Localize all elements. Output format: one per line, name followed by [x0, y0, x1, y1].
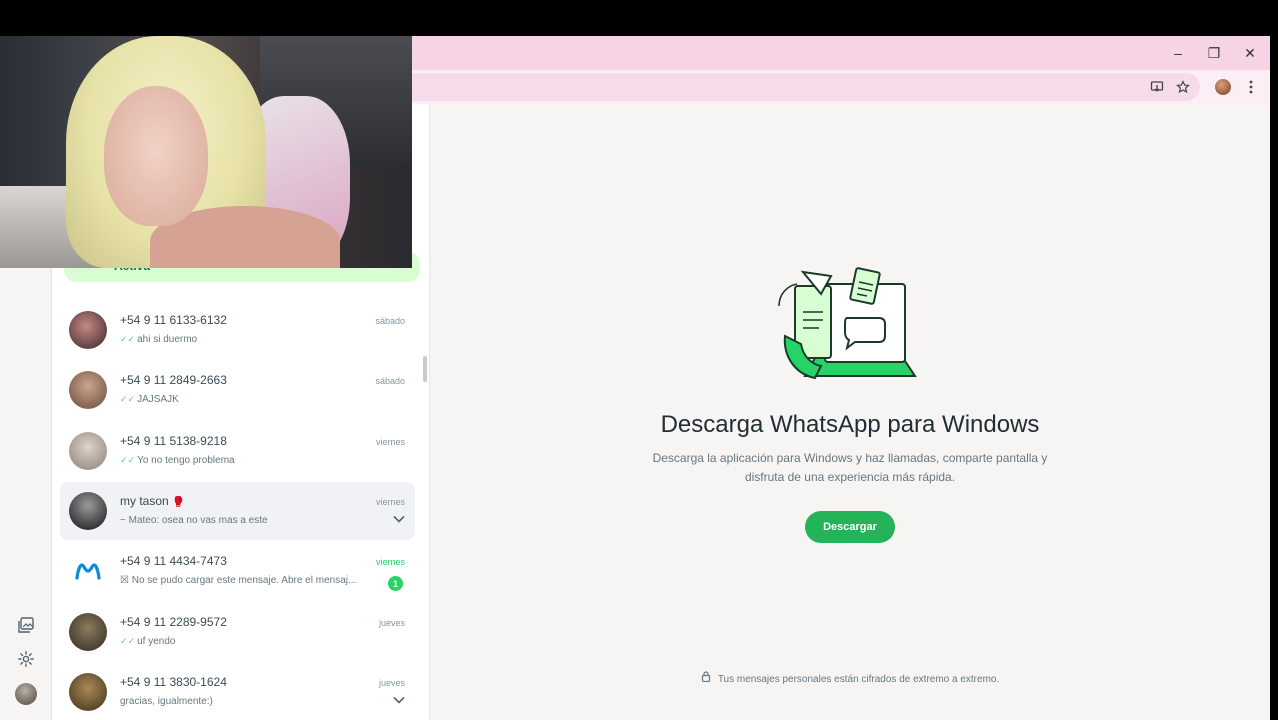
chat-preview: ~ Mateo: osea no vas mas a este [120, 515, 268, 526]
install-app-icon[interactable] [1148, 78, 1166, 96]
chat-row[interactable]: +54 9 11 5138-9218 viernes ✓✓ Yo no tengo… [60, 422, 415, 480]
unread-count-badge: 1 [388, 576, 403, 591]
screen: – ❐ ✕ Activa [0, 0, 1278, 720]
boxing-glove-emoji: 🥊 [172, 497, 185, 508]
settings-gear-icon[interactable] [14, 647, 38, 671]
chat-time: viernes [375, 497, 405, 507]
contact-avatar [69, 432, 107, 470]
chat-name: +54 9 11 6133-6132 [120, 313, 227, 327]
download-illustration [778, 267, 917, 380]
chat-preview: ✓✓ uf yendo [120, 636, 390, 647]
message-error-icon: ☒ [120, 575, 129, 586]
chat-time: viernes [375, 437, 405, 447]
chat-name: +54 9 11 2289-9572 [120, 615, 227, 629]
profile-avatar[interactable] [1214, 78, 1232, 96]
close-window-button[interactable]: ✕ [1232, 36, 1268, 70]
chat-preview-text: ahi si duermo [137, 334, 198, 345]
read-receipt-icon: ✓✓ [120, 455, 136, 465]
chat-row-hovered[interactable]: my tason 🥊 viernes ~ Mateo: osea no vas … [60, 482, 415, 540]
chat-name: +54 9 11 5138-9218 [120, 434, 227, 448]
chevron-down-icon[interactable] [393, 512, 405, 526]
chevron-down-icon[interactable] [393, 693, 405, 707]
read-receipt-icon: ✓✓ [120, 636, 136, 646]
read-receipt-icon: ✓✓ [120, 334, 136, 344]
chat-preview-text: Yo no tengo problema [137, 455, 235, 466]
scrollbar-thumb[interactable] [423, 356, 427, 382]
media-gallery-icon[interactable] [14, 613, 38, 637]
chat-preview-text: JAJSAJK [137, 394, 179, 405]
chat-row[interactable]: +54 9 11 2849-2663 sábado ✓✓ JAJSAJK [60, 361, 415, 419]
user-profile-avatar[interactable] [14, 682, 38, 706]
intro-title: Descarga WhatsApp para Windows [660, 411, 1040, 438]
chat-row[interactable]: +54 9 11 4434-7473 viernes ☒ No se pudo … [60, 542, 415, 600]
minimize-button[interactable]: – [1160, 36, 1196, 70]
encryption-notice-text: Tus mensajes personales están cifrados d… [717, 674, 1000, 685]
group-avatar [69, 492, 107, 530]
contact-avatar [69, 371, 107, 409]
intro-subtitle: Descarga la aplicación para Windows y ha… [652, 451, 1048, 484]
intro-panel: Descarga WhatsApp para Windows Descarga … [430, 104, 1270, 720]
chat-preview: gracias, igualmente:) [120, 696, 213, 707]
chat-row[interactable]: +54 9 11 2289-9572 jueves ✓✓ uf yendo [60, 603, 415, 661]
chat-preview: ✓✓ JAJSAJK [120, 394, 390, 405]
chat-time: jueves [378, 618, 405, 628]
chat-time: sábado [375, 376, 405, 386]
download-button[interactable]: Descargar [805, 511, 895, 543]
chat-name: my tason 🥊 [120, 494, 184, 508]
chat-preview-text: uf yendo [137, 636, 176, 647]
chat-time: viernes [375, 557, 405, 567]
webcam-person-face [104, 86, 208, 226]
contact-avatar [69, 311, 107, 349]
read-receipt-icon: ✓✓ [120, 394, 136, 404]
chat-preview-text: No se pudo cargar este mensaje. Abre el … [131, 575, 357, 586]
chat-row[interactable]: +54 9 11 3830-1624 jueves gracias, igual… [60, 663, 415, 720]
chat-preview: ✓✓ ahi si duermo [120, 334, 390, 345]
chat-row[interactable]: +54 9 11 6133-6132 sábado ✓✓ ahi si duerm… [60, 301, 415, 359]
contact-avatar [69, 613, 107, 651]
movistar-logo-avatar [69, 552, 107, 590]
chat-preview: ✓✓ Yo no tengo problema [120, 455, 390, 466]
webcam-overlay [0, 36, 412, 268]
lock-icon [701, 671, 714, 685]
chat-time: sábado [375, 316, 405, 326]
encryption-notice: Tus mensajes personales están cifrados d… [430, 671, 1270, 685]
chat-time: jueves [378, 678, 405, 688]
restore-button[interactable]: ❐ [1196, 36, 1232, 70]
kebab-menu-icon[interactable] [1242, 78, 1260, 96]
contact-avatar [69, 673, 107, 711]
chat-list-scrollbar[interactable] [421, 294, 429, 714]
chat-name: +54 9 11 4434-7473 [120, 554, 227, 568]
chat-name: +54 9 11 3830-1624 [120, 675, 227, 689]
chat-name: +54 9 11 2849-2663 [120, 373, 227, 387]
chat-preview: ☒ No se pudo cargar este mensaje. Abre e… [120, 575, 372, 586]
chat-name-text: my tason [120, 494, 169, 508]
bookmark-star-icon[interactable] [1174, 78, 1192, 96]
